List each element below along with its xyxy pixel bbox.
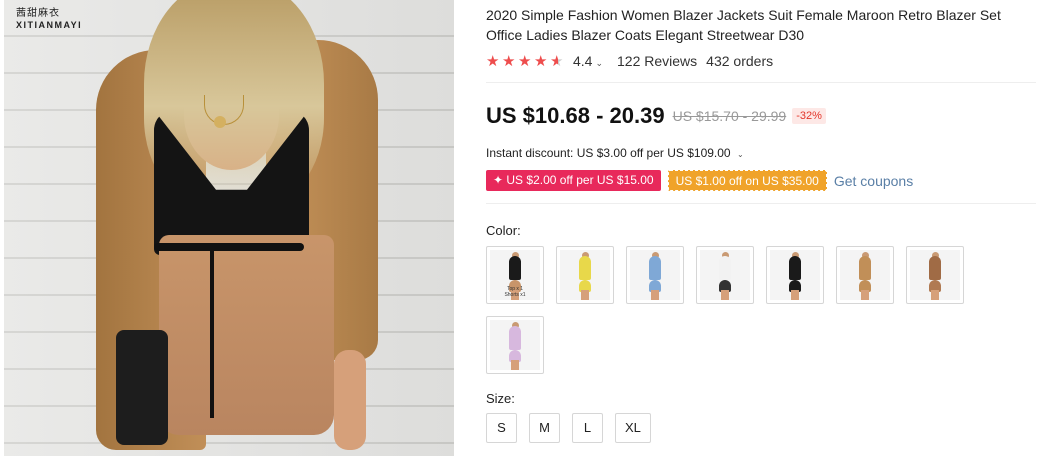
- rating-score-value: 4.4: [573, 53, 593, 69]
- thumb-model-top: [859, 256, 871, 280]
- swatch-thumbnail: [910, 250, 960, 300]
- brand-watermark: 茜甜麻衣 XITIANMAYI: [16, 8, 82, 31]
- coupon-badge-store[interactable]: ✦ US $2.00 off per US $15.00: [486, 170, 661, 191]
- coupon-row: ✦ US $2.00 off per US $15.00 US $1.00 of…: [486, 170, 913, 191]
- rating-score[interactable]: 4.4 ⌄: [573, 53, 603, 69]
- color-swatch-lilac[interactable]: [486, 316, 544, 374]
- coupon-badge-select[interactable]: US $1.00 off on US $35.00: [667, 170, 827, 191]
- size-option-xl[interactable]: XL: [615, 413, 651, 443]
- instant-discount[interactable]: Instant discount: US $3.00 off per US $1…: [486, 146, 744, 160]
- color-swatch-brown[interactable]: [906, 246, 964, 304]
- swatch-thumbnail: [770, 250, 820, 300]
- color-swatch-camel-set[interactable]: Top x 1 Shorts x1: [486, 246, 544, 304]
- color-swatch-white[interactable]: [696, 246, 754, 304]
- chevron-down-icon: ⌄: [736, 150, 744, 159]
- size-option-l[interactable]: L: [572, 413, 603, 443]
- rating-stars: ★ ★ ★ ★ ★: [486, 54, 565, 69]
- divider: [486, 203, 1036, 204]
- star-icon: ★: [534, 52, 548, 70]
- star-icon: ★: [518, 52, 532, 70]
- photo-pendant: [214, 116, 226, 128]
- photo-belt: [154, 243, 304, 251]
- divider: [486, 82, 1036, 83]
- color-swatch-yellow[interactable]: [556, 246, 614, 304]
- rating-row: ★ ★ ★ ★ ★ 4.4 ⌄ 122 Reviews 432 orders: [486, 52, 773, 70]
- current-price: US $10.68 - 20.39: [486, 103, 665, 128]
- thumb-model-legs: [791, 290, 799, 300]
- thumb-model-top: [649, 256, 661, 280]
- instant-discount-text: Instant discount: US $3.00 off per US $1…: [486, 146, 731, 160]
- brand-name-cn: 茜甜麻衣: [16, 8, 60, 19]
- thumb-model-legs: [931, 290, 939, 300]
- photo-belt-tie: [210, 248, 214, 418]
- thumb-model-top: [929, 256, 941, 280]
- size-label: Size:: [486, 391, 515, 406]
- photo-bag: [116, 330, 168, 445]
- swatch-thumbnail: Top x 1 Shorts x1: [490, 250, 540, 300]
- thumb-model-legs: [861, 290, 869, 300]
- thumb-model-legs: [511, 360, 519, 370]
- size-options: S M L XL: [486, 413, 651, 443]
- thumb-model-top: [509, 256, 521, 280]
- thumb-model-legs: [651, 290, 659, 300]
- thumb-model-top: [509, 326, 521, 350]
- color-swatch-camel[interactable]: [836, 246, 894, 304]
- swatch-thumbnail: [700, 250, 750, 300]
- reviews-link[interactable]: 122 Reviews: [617, 53, 697, 69]
- thumb-model-top: [719, 256, 731, 280]
- color-label: Color:: [486, 223, 521, 238]
- size-option-m[interactable]: M: [529, 413, 560, 443]
- discount-badge: -32%: [792, 108, 826, 124]
- product-image[interactable]: 茜甜麻衣 XITIANMAYI: [4, 0, 454, 456]
- brand-name-en: XITIANMAYI: [16, 20, 83, 30]
- photo-hand: [334, 350, 366, 450]
- get-coupons-link[interactable]: Get coupons: [834, 173, 913, 189]
- color-swatch-black[interactable]: [766, 246, 824, 304]
- swatch-caption: Top x 1 Shorts x1: [504, 286, 526, 298]
- star-icon: ★: [502, 52, 516, 70]
- color-swatch-blue[interactable]: [626, 246, 684, 304]
- star-half-icon: ★: [550, 52, 564, 70]
- original-price: US $15.70 - 29.99: [672, 108, 787, 124]
- photo-shorts: [159, 235, 334, 435]
- swatch-thumbnail: [630, 250, 680, 300]
- thumb-model-legs: [721, 290, 729, 300]
- price-row: US $10.68 - 20.39 US $15.70 - 29.99 -32%: [486, 103, 826, 129]
- swatch-thumbnail: [490, 320, 540, 370]
- thumb-model-top: [789, 256, 801, 280]
- orders-count: 432 orders: [706, 53, 774, 69]
- star-icon: ★: [486, 52, 500, 70]
- thumb-model-top: [579, 256, 591, 280]
- swatch-thumbnail: [560, 250, 610, 300]
- size-option-s[interactable]: S: [486, 413, 517, 443]
- product-title: 2020 Simple Fashion Women Blazer Jackets…: [486, 7, 1001, 43]
- swatch-thumbnail: [840, 250, 890, 300]
- chevron-down-icon: ⌄: [595, 58, 604, 68]
- color-swatches: Top x 1 Shorts x1: [486, 246, 976, 374]
- thumb-model-legs: [581, 290, 589, 300]
